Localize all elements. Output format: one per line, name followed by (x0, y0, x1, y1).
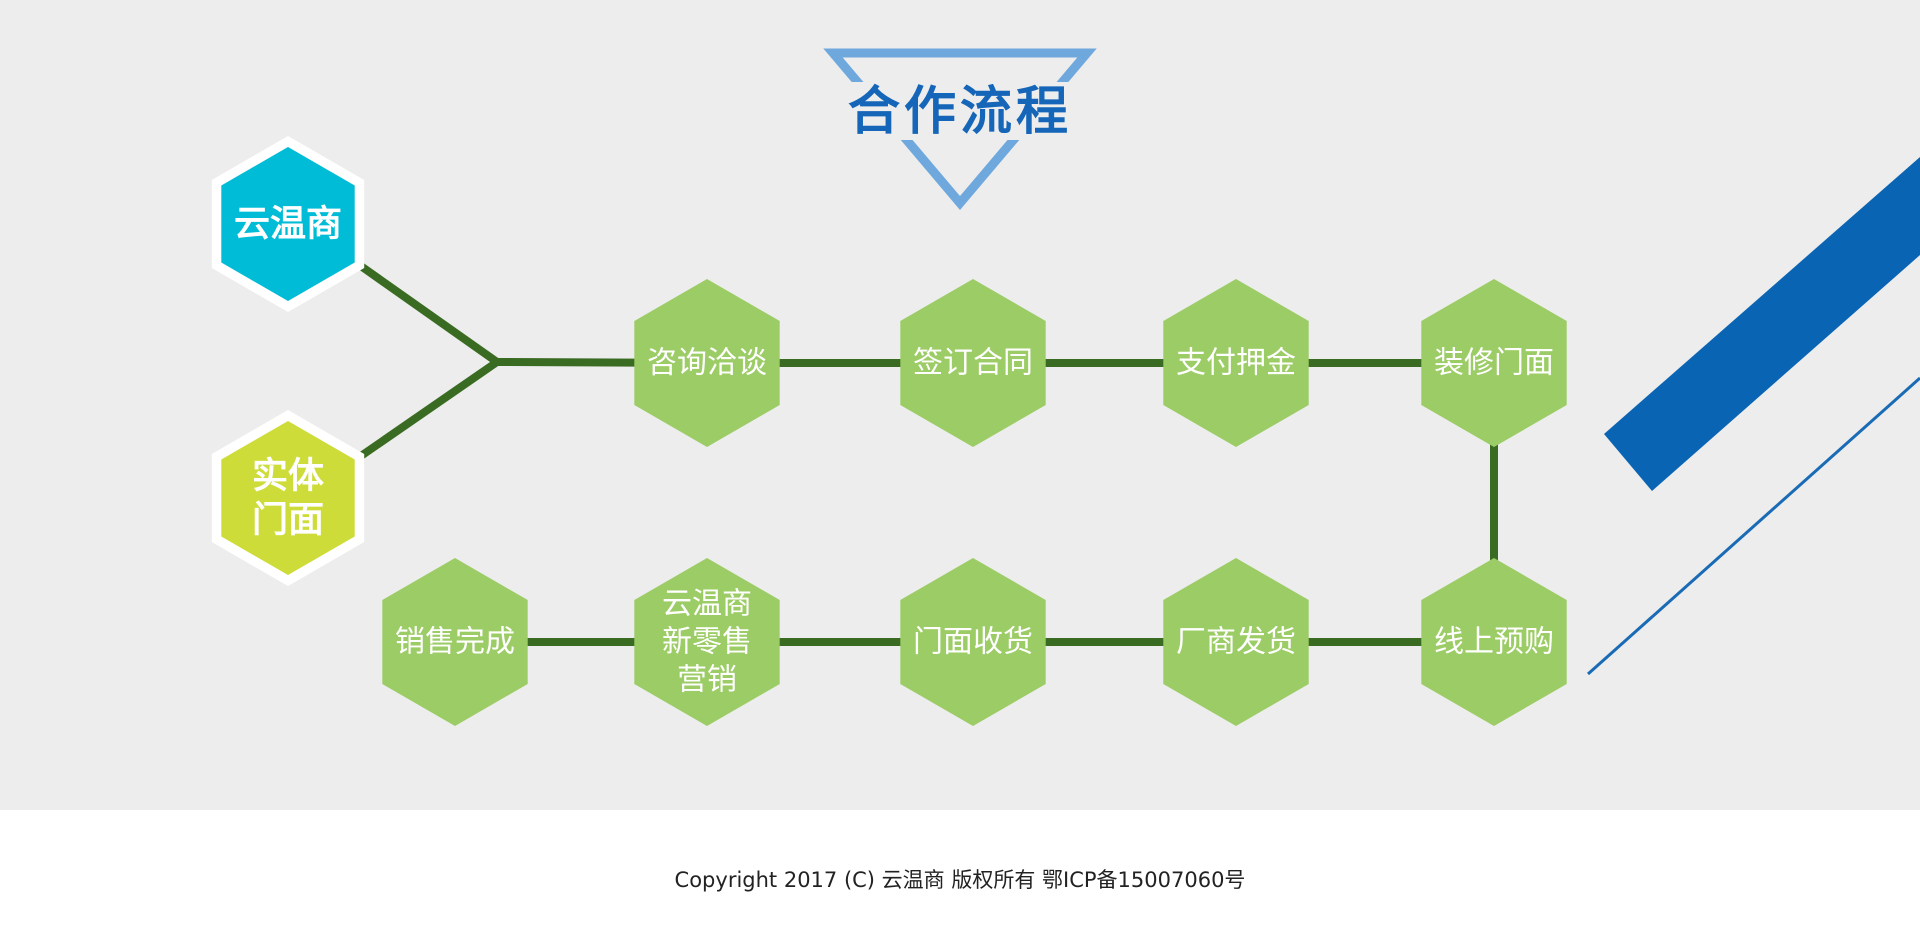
footer: Copyright 2017 (C) 云温商 版权所有 鄂ICP备1500706… (0, 810, 1920, 952)
step-node-sign-contract: 签订合同 (900, 279, 1046, 447)
node-label: 新零售 (662, 625, 752, 660)
decorative-blue-stripe (1604, 157, 1920, 491)
step-node-factory-ship: 厂商发货 (1163, 558, 1309, 726)
connector-line (354, 260, 501, 366)
node-label: 营销 (677, 663, 737, 698)
step-nodes: 咨询洽谈 签订合同 支付押金 装修门面线上预购 厂商发货 门面收货 云温商新零售营销 销售完成 (382, 279, 1567, 726)
title-group: 合作流程 (823, 48, 1097, 210)
cooperation-flow-diagram: 合作流程 云温商实体门面 咨询洽谈 签订合同 支付押金 装修门面线上预购厂商发货门面收… (211, 48, 1920, 726)
connector-line (354, 358, 501, 462)
node-label: 门面收货 (913, 625, 1033, 660)
step-node-store-receive: 门面收货 (900, 558, 1046, 726)
source-node-physical-store: 实体门面 (211, 410, 365, 586)
node-label: 实体 (252, 456, 324, 497)
source-nodes: 云温商实体门面 (211, 136, 365, 586)
node-label: 咨询洽谈 (647, 346, 767, 381)
node-label: 签订合同 (913, 346, 1033, 381)
node-label: 厂商发货 (1176, 625, 1296, 660)
step-node-pay-deposit: 支付押金 (1163, 279, 1309, 447)
node-label: 云温商 (234, 204, 342, 245)
step-node-consult: 咨询洽谈 (634, 279, 780, 447)
step-node-decorate-store: 装修门面 (1421, 279, 1567, 447)
node-label: 装修门面 (1434, 346, 1554, 381)
step-node-new-retail-marketing: 云温商新零售营销 (634, 558, 780, 726)
source-node-yunwenshang: 云温商 (211, 136, 365, 312)
node-label: 门面 (252, 500, 324, 541)
step-node-online-preorder: 线上预购 (1421, 558, 1567, 726)
node-label: 云温商 (662, 587, 752, 622)
diagram-area: 合作流程 云温商 实体 门面 咨询洽谈 签订合同 支付押金 装修门面 线上预购 厂商发货 门面收… (0, 0, 1920, 810)
step-node-sale-complete: 销售完成 (382, 558, 528, 726)
copyright-text: Copyright 2017 (C) 云温商 版权所有 鄂ICP备1500706… (674, 868, 1246, 892)
node-label: 线上预购 (1434, 625, 1554, 660)
node-label: 支付押金 (1176, 346, 1296, 381)
page-title: 合作流程 (848, 82, 1072, 142)
node-label: 销售完成 (395, 625, 515, 660)
